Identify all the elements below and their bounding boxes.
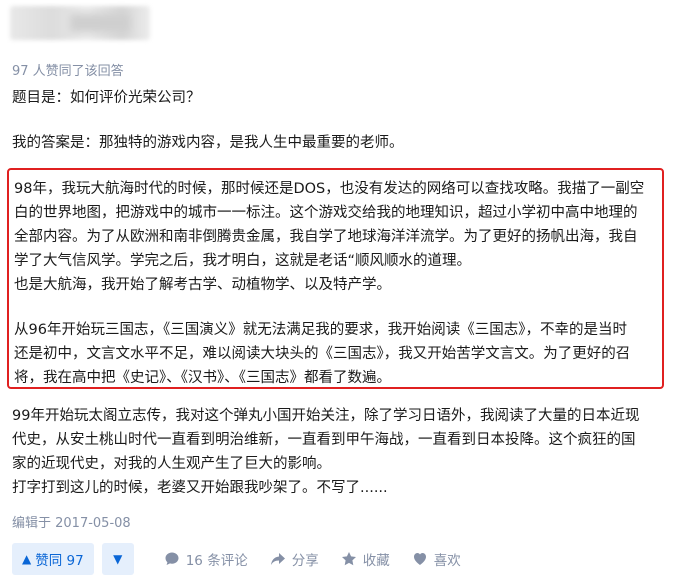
share-arrow-icon — [270, 553, 285, 565]
highlight-line: 全部内容。为了从欧洲和南非倒腾贵金属，我自学了地球海洋洋流学。为了更好的扬帆出海… — [14, 229, 638, 245]
blurred-author-info — [10, 6, 150, 40]
upvote-label: 赞同 97 — [35, 553, 84, 569]
comment-bubble-icon — [165, 552, 179, 565]
like-button[interactable]: 喜欢 — [412, 549, 461, 569]
paragraph-line: 家的近现代史，对我的人生观产生了巨大的影响。 — [12, 456, 331, 472]
highlight-line: 从96年开始玩三国志，《三国演义》就无法满足我的要求，我开始阅读《三国志》，不幸… — [14, 322, 627, 338]
highlight-line: 也是大航海，我开始了解考古学、动植物学、以及特产学。 — [14, 277, 391, 293]
highlight-line: 将，我在高中把《史记》、《汉书》、《三国志》都看了数遍。 — [14, 370, 391, 386]
paragraph-line: 99年开始玩太阁立志传，我对这个弹丸小国开始关注，除了学习日语外，我阅读了大量的… — [12, 408, 640, 424]
upvote-button[interactable]: ▲ 赞同 97 — [12, 543, 94, 575]
favorite-label: 收藏 — [362, 553, 390, 569]
share-button[interactable]: 分享 — [270, 549, 319, 569]
edited-timestamp: 编辑于 2017-05-08 — [12, 516, 131, 531]
highlight-line: 还是初中，文言文水平不足，难以阅读大块头的《三国志》，我又开始苦学文言文。为了更… — [14, 346, 631, 362]
vote-count-text: 97 人赞同了该回答 — [12, 64, 124, 79]
comments-label: 16 条评论 — [185, 553, 248, 569]
like-label: 喜欢 — [433, 553, 461, 569]
answer-line: 我的答案是：那独特的游戏内容，是我人生中最重要的老师。 — [12, 135, 404, 151]
star-icon — [341, 552, 356, 566]
triangle-down-icon: ▼ — [113, 552, 123, 566]
answer-action-bar: ▲ 赞同 97 ▼ 16 条评论 分享 收藏 喜欢 — [12, 543, 461, 575]
heart-icon — [413, 553, 426, 565]
highlight-line: 学了大气信风学。学完之后，我才明白，这就是老话“顺风顺水的道理。 — [14, 253, 472, 269]
comments-button[interactable]: 16 条评论 — [164, 549, 248, 569]
triangle-up-icon: ▲ — [22, 552, 32, 566]
paragraph-line: 打字打到这儿的时候，老婆又开始跟我吵架了。不写了...... — [12, 480, 388, 496]
downvote-button[interactable]: ▼ — [101, 543, 134, 575]
paragraph-line: 代史，从安土桃山时代一直看到明治维新，一直看到甲午海战，一直看到日本投降。这个疯… — [12, 432, 636, 448]
highlight-line: 白的世界地图，把游戏中的城市一一标注。这个游戏交给我的地理知识，超过小学初中高中… — [14, 205, 638, 221]
highlight-line: 98年，我玩大航海时代的时候，那时候还是DOS，也没有发达的网络可以查找攻略。我… — [14, 181, 645, 197]
highlighted-paragraph-box: 98年，我玩大航海时代的时候，那时候还是DOS，也没有发达的网络可以查找攻略。我… — [7, 168, 664, 389]
question-line: 题目是：如何评价光荣公司？ — [12, 90, 201, 106]
favorite-button[interactable]: 收藏 — [341, 549, 390, 569]
share-label: 分享 — [291, 553, 319, 569]
